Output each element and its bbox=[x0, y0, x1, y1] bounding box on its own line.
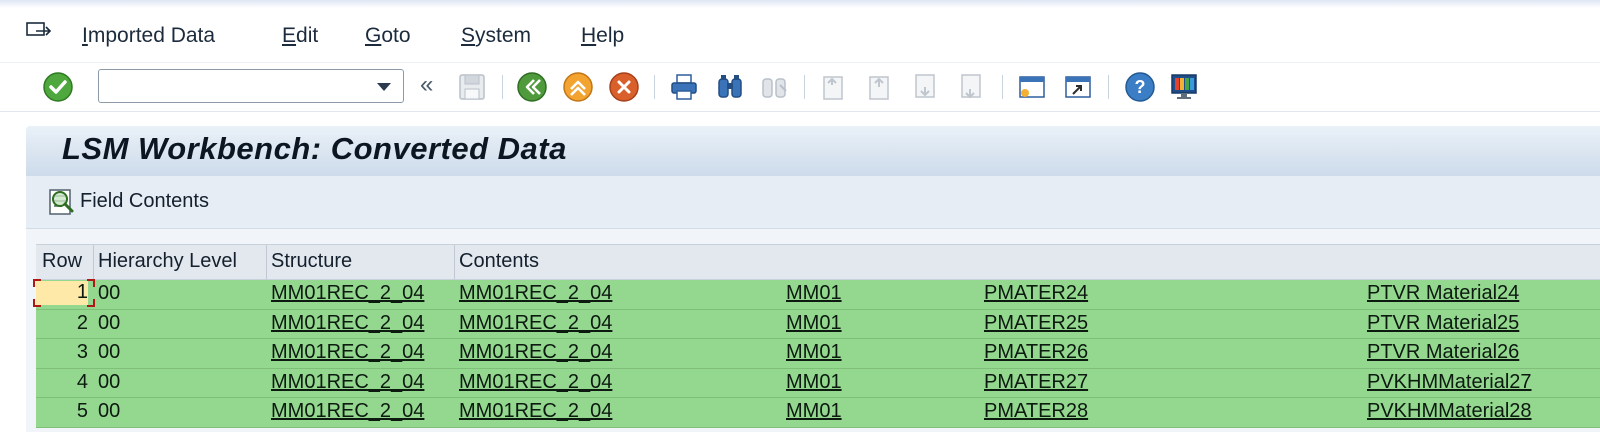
contents-cell[interactable]: PVKHMMaterial27 bbox=[1367, 371, 1532, 394]
new-session-icon[interactable] bbox=[1016, 71, 1048, 103]
first-page-icon bbox=[823, 76, 843, 100]
cancel-icon[interactable] bbox=[608, 71, 640, 103]
contents-cell[interactable]: PTVR Material25 bbox=[1367, 312, 1519, 335]
column-header-row[interactable]: Row bbox=[42, 250, 82, 273]
hierarchy-level-cell[interactable]: 00 bbox=[98, 282, 120, 305]
contents-cell[interactable]: MM01 bbox=[786, 312, 842, 335]
last-page-icon bbox=[961, 74, 981, 99]
print-icon[interactable] bbox=[668, 71, 700, 103]
contents-cell[interactable]: MM01REC_2_04 bbox=[459, 400, 612, 423]
exit-icon[interactable] bbox=[562, 71, 594, 103]
command-field[interactable] bbox=[98, 69, 404, 103]
customize-layout-icon[interactable] bbox=[1168, 71, 1200, 103]
menu-label: elp bbox=[596, 24, 625, 47]
next-page-icon bbox=[915, 74, 935, 98]
back-icon[interactable] bbox=[516, 71, 548, 103]
svg-text:?: ? bbox=[1135, 77, 1146, 97]
field-contents-label: Field Contents bbox=[80, 190, 209, 212]
structure-cell[interactable]: MM01REC_2_04 bbox=[271, 341, 424, 364]
column-separator bbox=[266, 245, 267, 279]
hierarchy-level-cell[interactable]: 00 bbox=[98, 312, 120, 335]
column-header-structure[interactable]: Structure bbox=[271, 250, 352, 273]
menu-mnemonic: H bbox=[581, 24, 597, 47]
row-number[interactable]: 1 bbox=[36, 281, 88, 305]
window-top-strip bbox=[0, 0, 1600, 8]
save-icon bbox=[459, 74, 485, 100]
structure-cell[interactable]: MM01REC_2_04 bbox=[271, 400, 424, 423]
menu-exit-icon[interactable] bbox=[26, 22, 52, 42]
row-number[interactable]: 5 bbox=[36, 400, 88, 423]
menu-label: mported Data bbox=[87, 24, 216, 47]
screen-title-bar: LSM Workbench: Converted Data bbox=[26, 126, 1600, 176]
menu-mnemonic: G bbox=[365, 24, 382, 47]
contents-cell[interactable]: PMATER28 bbox=[984, 400, 1088, 423]
contents-cell[interactable]: PMATER25 bbox=[984, 312, 1088, 335]
converted-data-table: Row Hierarchy Level Structure Contents 1… bbox=[33, 244, 1600, 428]
menu-label: ystem bbox=[475, 24, 532, 47]
hierarchy-level-cell[interactable]: 00 bbox=[98, 400, 120, 423]
menu-label: dit bbox=[296, 24, 319, 47]
column-header-contents[interactable]: Contents bbox=[459, 250, 539, 273]
contents-cell[interactable]: PMATER27 bbox=[984, 371, 1088, 394]
standard-toolbar: « ? bbox=[0, 62, 1600, 112]
structure-cell[interactable]: MM01REC_2_04 bbox=[271, 371, 424, 394]
contents-cell[interactable]: MM01 bbox=[786, 371, 842, 394]
menu-label: oto bbox=[381, 24, 411, 47]
row-number[interactable]: 2 bbox=[36, 312, 88, 335]
toolbar-separator bbox=[1108, 75, 1109, 99]
command-dropdown-icon[interactable] bbox=[377, 83, 391, 91]
toolbar-separator bbox=[804, 75, 805, 99]
structure-cell[interactable]: MM01REC_2_04 bbox=[271, 282, 424, 305]
menu-mnemonic: S bbox=[461, 24, 476, 47]
page-title: LSM Workbench: Converted Data bbox=[62, 131, 567, 166]
find-next-icon bbox=[762, 78, 787, 98]
table-row[interactable]: 5 00 MM01REC_2_04 MM01REC_2_04 MM01 PMAT… bbox=[36, 398, 1600, 428]
enter-checkmark-icon[interactable] bbox=[42, 71, 74, 103]
toolbar-separator bbox=[502, 75, 503, 99]
collapse-chevron-icon[interactable]: « bbox=[420, 71, 433, 99]
menu-help[interactable]: Help bbox=[581, 24, 624, 48]
help-icon[interactable]: ? bbox=[1124, 71, 1156, 103]
menu-system[interactable]: System bbox=[461, 24, 531, 48]
contents-cell[interactable]: PTVR Material24 bbox=[1367, 282, 1519, 305]
contents-cell[interactable]: PMATER24 bbox=[984, 282, 1088, 305]
contents-cell[interactable]: MM01 bbox=[786, 400, 842, 423]
contents-cell[interactable]: MM01 bbox=[786, 282, 842, 305]
contents-cell[interactable]: MM01 bbox=[786, 341, 842, 364]
toolbar-separator bbox=[1002, 75, 1003, 99]
table-row[interactable]: 2 00 MM01REC_2_04 MM01REC_2_04 MM01 PMAT… bbox=[36, 309, 1600, 339]
hierarchy-level-cell[interactable]: 00 bbox=[98, 371, 120, 394]
find-binoculars-icon[interactable] bbox=[714, 71, 746, 103]
column-separator bbox=[93, 245, 94, 279]
table-header: Row Hierarchy Level Structure Contents bbox=[36, 244, 1600, 280]
menu-imported-data[interactable]: Imported Data bbox=[82, 24, 215, 48]
menu-edit[interactable]: Edit bbox=[282, 24, 318, 48]
field-contents-icon bbox=[49, 189, 74, 215]
table-row[interactable]: 4 00 MM01REC_2_04 MM01REC_2_04 MM01 PMAT… bbox=[36, 368, 1600, 398]
menu-bar: Imported Data Edit Goto System Help bbox=[0, 12, 1600, 60]
command-input[interactable] bbox=[105, 74, 359, 100]
table-row[interactable]: 3 00 MM01REC_2_04 MM01REC_2_04 MM01 PMAT… bbox=[36, 339, 1600, 369]
menu-goto[interactable]: Goto bbox=[365, 24, 411, 48]
contents-cell[interactable]: MM01REC_2_04 bbox=[459, 341, 612, 364]
previous-page-icon bbox=[869, 76, 889, 100]
application-toolbar: Field Contents bbox=[26, 176, 1600, 229]
row-number[interactable]: 3 bbox=[36, 341, 88, 364]
row-number[interactable]: 4 bbox=[36, 371, 88, 394]
toolbar-separator bbox=[654, 75, 655, 99]
contents-cell[interactable]: MM01REC_2_04 bbox=[459, 312, 612, 335]
menu-mnemonic: E bbox=[282, 24, 297, 47]
structure-cell[interactable]: MM01REC_2_04 bbox=[271, 312, 424, 335]
contents-cell[interactable]: PTVR Material26 bbox=[1367, 341, 1519, 364]
contents-cell[interactable]: PMATER26 bbox=[984, 341, 1088, 364]
contents-cell[interactable]: MM01REC_2_04 bbox=[459, 371, 612, 394]
contents-cell[interactable]: PVKHMMaterial28 bbox=[1367, 400, 1532, 423]
table-row[interactable]: 1 00 MM01REC_2_04 MM01REC_2_04 MM01 PMAT… bbox=[33, 279, 1600, 310]
create-shortcut-icon[interactable] bbox=[1062, 71, 1094, 103]
column-separator bbox=[454, 245, 455, 279]
hierarchy-level-cell[interactable]: 00 bbox=[98, 341, 120, 364]
column-header-hierarchy-level[interactable]: Hierarchy Level bbox=[98, 250, 237, 273]
contents-cell[interactable]: MM01REC_2_04 bbox=[459, 282, 612, 305]
